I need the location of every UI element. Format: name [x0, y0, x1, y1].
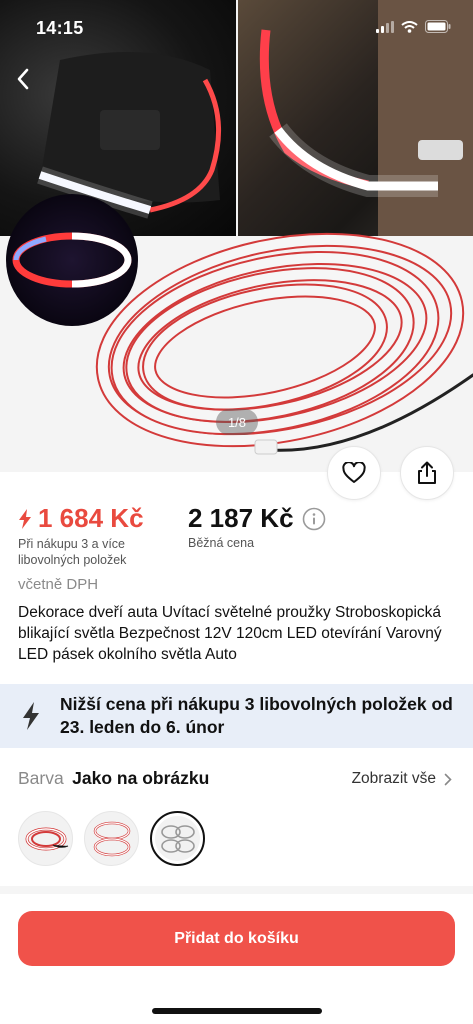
gallery-counter: 1/8	[216, 409, 258, 435]
info-icon[interactable]	[302, 507, 326, 531]
share-button[interactable]	[400, 446, 454, 500]
share-icon	[418, 461, 436, 484]
back-button[interactable]	[8, 62, 38, 96]
product-title: Dekorace dveří auta Uvítací světelné pro…	[18, 604, 442, 663]
regular-price-label: Běžná cena	[188, 536, 255, 550]
home-indicator	[152, 1008, 322, 1014]
section-divider	[0, 886, 473, 894]
vat-note: včetně DPH	[18, 576, 99, 593]
add-to-cart-button[interactable]: Přidat do košíku	[18, 911, 455, 966]
favorite-button[interactable]	[327, 446, 381, 500]
status-bar: 14:15	[0, 0, 473, 54]
lightning-icon	[23, 702, 39, 730]
show-all-label: Zobrazit vše	[351, 770, 436, 787]
product-gallery[interactable]: 14:15 1/8	[0, 0, 473, 472]
status-icons	[376, 20, 451, 33]
variant-swatch-2[interactable]	[84, 811, 139, 866]
show-all-link[interactable]: Zobrazit vše	[352, 770, 452, 788]
signal-icon	[376, 20, 394, 33]
price-block: 1 684 Kč Při nákupu 3 a více libovolných…	[18, 500, 458, 570]
sale-price-note: Při nákupu 3 a více libovolných položek	[18, 537, 127, 567]
variant-label: Barva	[18, 768, 64, 788]
status-time: 14:15	[36, 18, 84, 38]
promo-banner: Nižší cena při nákupu 3 libovolných polo…	[0, 684, 473, 748]
gallery-led-strip-coil	[80, 225, 473, 472]
chevron-right-icon	[444, 773, 452, 785]
variant-swatch-3-selected[interactable]	[150, 811, 205, 866]
heart-icon	[342, 462, 366, 483]
wifi-icon	[401, 20, 418, 33]
regular-price: 2 187 Kč	[188, 503, 326, 534]
battery-icon	[425, 20, 451, 33]
variant-value: Jako na obrázku	[72, 768, 210, 788]
sale-price-value: 1 684 Kč	[38, 503, 144, 533]
chevron-left-icon	[17, 68, 29, 90]
variant-swatch-1[interactable]	[18, 811, 73, 866]
variant-row: Barva Jako na obrázku Zobrazit vše	[18, 768, 456, 792]
promo-text: Nižší cena při nákupu 3 libovolných polo…	[60, 694, 453, 737]
regular-price-value: 2 187 Kč	[188, 503, 294, 533]
lightning-icon	[19, 508, 31, 529]
sale-price: 1 684 Kč	[18, 503, 144, 534]
variant-swatches	[18, 811, 205, 866]
